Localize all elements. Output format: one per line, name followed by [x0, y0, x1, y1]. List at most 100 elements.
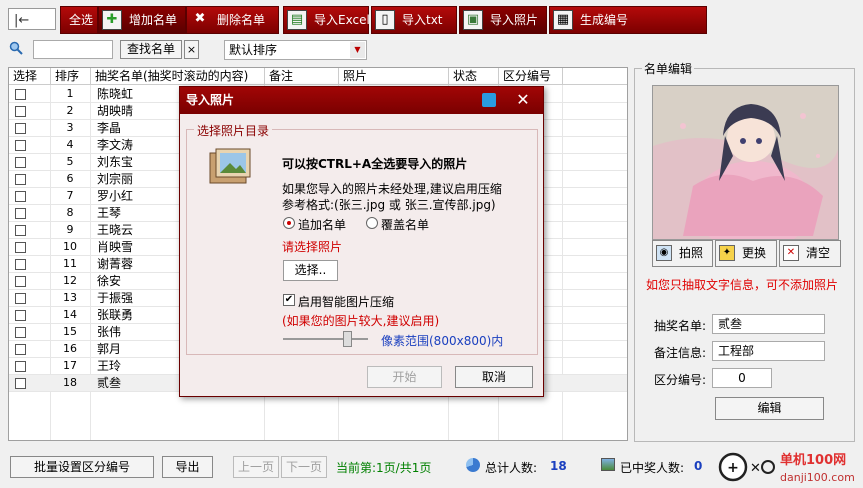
excel-icon: ▤	[287, 10, 307, 30]
cancel-button[interactable]: 取消	[455, 366, 533, 388]
row-order: 5	[66, 155, 74, 168]
row-order: 9	[66, 223, 74, 236]
pixel-range: 像素范围(800x800)内	[381, 334, 504, 348]
row-name: 于振强	[97, 291, 134, 305]
code-field[interactable]: 0	[712, 368, 772, 388]
row-checkbox[interactable]	[15, 157, 26, 168]
column-header-order[interactable]: 排序	[51, 68, 91, 85]
row-checkbox[interactable]	[15, 276, 26, 287]
pie-chart-icon	[466, 458, 480, 472]
trash-icon: ✕	[783, 245, 799, 261]
total-label: 总计人数:	[485, 461, 538, 475]
hint-format: 参考格式:(张三.jpg 或 张三.宣传部.jpg)	[282, 198, 496, 212]
row-name: 刘宗丽	[97, 172, 134, 186]
select-photo-prompt: 请选择照片	[282, 240, 343, 254]
generate-number-button[interactable]: ▦ 生成编号	[549, 6, 707, 34]
batch-set-code-button[interactable]: 批量设置区分编号	[10, 456, 154, 478]
back-button[interactable]: |←	[8, 8, 56, 30]
row-checkbox[interactable]	[15, 106, 26, 117]
search-icon	[9, 41, 23, 55]
row-checkbox[interactable]	[15, 208, 26, 219]
select-all-button[interactable]: 全选	[60, 6, 98, 34]
sort-select[interactable]: 默认排序 ▼	[224, 40, 367, 60]
row-order: 2	[66, 104, 74, 117]
compression-slider-thumb[interactable]	[343, 331, 352, 347]
column-header-photo[interactable]: 照片	[339, 68, 449, 85]
sort-select-value: 默认排序	[229, 43, 278, 57]
row-checkbox[interactable]	[15, 174, 26, 185]
row-checkbox[interactable]	[15, 310, 26, 321]
search-input[interactable]	[33, 40, 113, 59]
row-checkbox[interactable]	[15, 89, 26, 100]
remark-label: 备注信息:	[654, 346, 707, 360]
row-checkbox[interactable]	[15, 344, 26, 355]
select-photos-button[interactable]: 选择..	[283, 260, 338, 281]
row-order: 15	[63, 325, 77, 338]
calculator-icon: ▦	[553, 10, 573, 30]
row-checkbox[interactable]	[15, 225, 26, 236]
delete-list-button[interactable]: ✖ 删除名单	[186, 6, 279, 34]
svg-text:单机100网: 单机100网	[780, 452, 846, 468]
import-photo-dialog: 导入照片 ✕ 选择照片目录 可以按CTRL+A全选要导入的照片 如果您导入的照片…	[179, 86, 544, 397]
close-icon[interactable]: ✕	[514, 90, 532, 110]
anime-girl-picture	[653, 86, 838, 239]
start-button[interactable]: 开始	[367, 366, 442, 388]
import-excel-button[interactable]: ▤ 导入Excel	[283, 6, 370, 34]
column-header-code[interactable]: 区分编号	[499, 68, 563, 85]
row-checkbox[interactable]	[15, 327, 26, 338]
table-header: 选择 排序 抽奖名单(抽奖时滚动的内容) 备注 照片 状态 区分编号	[9, 68, 627, 85]
row-order: 17	[63, 359, 77, 372]
search-button[interactable]: 查找名单	[120, 40, 182, 59]
clear-search-button[interactable]: ×	[184, 40, 199, 59]
overwrite-radio[interactable]	[366, 217, 378, 229]
import-txt-button[interactable]: ▯ 导入txt	[371, 6, 457, 34]
replace-photo-button[interactable]: ✦ 更换	[715, 240, 777, 267]
row-checkbox[interactable]	[15, 242, 26, 253]
group-title: 选择照片目录	[194, 122, 273, 139]
column-header-remark[interactable]: 备注	[265, 68, 339, 85]
svg-text:+: +	[727, 460, 739, 476]
row-order: 1	[66, 87, 74, 100]
replace-picture-icon: ✦	[719, 245, 735, 261]
back-arrow-icon: |←	[14, 13, 30, 28]
compression-slider-track	[283, 338, 368, 340]
name-field[interactable]: 贰叁	[712, 314, 825, 334]
row-name: 贰叁	[97, 376, 122, 390]
row-name: 肖映雪	[97, 240, 134, 254]
edit-button[interactable]: 编辑	[715, 397, 824, 420]
append-radio[interactable]	[283, 217, 295, 229]
row-order: 18	[63, 376, 77, 389]
row-checkbox[interactable]	[15, 361, 26, 372]
row-name: 陈晓虹	[97, 87, 134, 101]
row-checkbox[interactable]	[15, 191, 26, 202]
photo-library-icon	[209, 148, 251, 184]
row-checkbox[interactable]	[15, 123, 26, 134]
row-checkbox[interactable]	[15, 140, 26, 151]
row-checkbox[interactable]	[15, 293, 26, 304]
row-checkbox[interactable]	[15, 259, 26, 270]
row-name: 胡映晴	[97, 104, 134, 118]
compress-checkbox[interactable]: ✔	[283, 294, 295, 306]
picture-icon: ▣	[463, 10, 483, 30]
row-name: 王玲	[97, 359, 122, 373]
take-photo-button[interactable]: ◉ 拍照	[652, 240, 713, 267]
compress-label: 启用智能图片压缩	[298, 295, 395, 309]
export-button[interactable]: 导出	[162, 456, 213, 478]
skin-shirt-icon[interactable]	[482, 93, 496, 107]
import-photo-button[interactable]: ▣ 导入照片	[459, 6, 547, 34]
clear-photo-button[interactable]: ✕ 清空	[779, 240, 841, 267]
add-list-button[interactable]: ✚ 增加名单	[98, 6, 186, 34]
column-header-status[interactable]: 状态	[449, 68, 499, 85]
winners-label: 已中奖人数:	[620, 461, 685, 475]
winner-picture-icon	[601, 458, 615, 471]
remark-field[interactable]: 工程部	[712, 341, 825, 361]
next-page-button[interactable]: 下一页	[281, 456, 327, 478]
row-order: 8	[66, 206, 74, 219]
row-checkbox[interactable]	[15, 378, 26, 389]
column-header-select[interactable]: 选择	[9, 68, 51, 85]
prev-page-button[interactable]: 上一页	[233, 456, 279, 478]
column-header-name[interactable]: 抽奖名单(抽奖时滚动的内容)	[91, 68, 265, 85]
row-name: 李文涛	[97, 138, 134, 152]
row-order: 14	[63, 308, 77, 321]
row-name: 王晓云	[97, 223, 134, 237]
